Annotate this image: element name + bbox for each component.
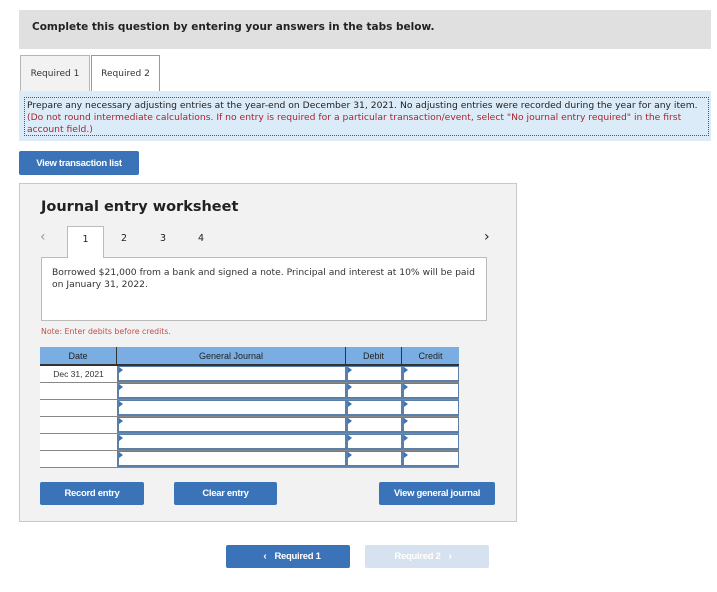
row-date xyxy=(40,434,117,450)
clear-entry-button[interactable]: Clear entry xyxy=(174,482,277,505)
entry-tab-3[interactable]: 3 xyxy=(156,226,170,258)
entry-tab-4[interactable]: 4 xyxy=(194,226,208,258)
row-date xyxy=(40,417,117,433)
question-instruction: Complete this question by entering your … xyxy=(32,21,435,33)
instructions-panel: Prepare any necessary adjusting entries … xyxy=(19,91,711,141)
column-header-credit: Credit xyxy=(418,350,443,361)
journal-entry-worksheet: Journal entry worksheet ‹ 1 2 3 4 › Borr… xyxy=(19,183,517,522)
row-date xyxy=(40,400,117,416)
credit-input[interactable] xyxy=(402,383,459,399)
row-date: Dec 31, 2021 xyxy=(40,366,117,382)
prev-button-label: Required 1 xyxy=(274,551,321,562)
next-button-label: Required 2 xyxy=(394,551,441,562)
column-header-general-journal: General Journal xyxy=(117,347,346,364)
entry-tab-2[interactable]: 2 xyxy=(117,226,131,258)
next-required-2-button[interactable]: Required 2 › xyxy=(365,545,489,568)
debit-input[interactable] xyxy=(346,434,402,450)
account-input[interactable] xyxy=(117,417,346,433)
debit-input[interactable] xyxy=(346,383,402,399)
table-row xyxy=(40,400,459,417)
account-input[interactable] xyxy=(117,400,346,416)
debit-input[interactable] xyxy=(346,366,402,382)
account-input[interactable] xyxy=(117,451,346,467)
column-header-debit: Debit xyxy=(346,347,402,364)
instructions-note: (Do not round intermediate calculations.… xyxy=(27,112,682,135)
view-general-journal-button[interactable]: View general journal xyxy=(379,482,495,505)
chevron-left-icon[interactable]: ‹ xyxy=(40,229,46,245)
instructions-main: Prepare any necessary adjusting entries … xyxy=(27,100,698,111)
column-header-date: Date xyxy=(40,347,117,364)
table-row xyxy=(40,417,459,434)
tab-required-1[interactable]: Required 1 xyxy=(20,55,90,91)
debit-credit-note: Note: Enter debits before credits. xyxy=(41,327,171,336)
transaction-description: Borrowed $21,000 from a bank and signed … xyxy=(41,257,487,321)
table-row xyxy=(40,383,459,400)
chevron-right-icon[interactable]: › xyxy=(484,229,490,245)
question-header: Complete this question by entering your … xyxy=(19,10,711,49)
credit-input[interactable] xyxy=(402,417,459,433)
debit-input[interactable] xyxy=(346,400,402,416)
tab-required-2[interactable]: Required 2 xyxy=(91,55,160,91)
account-input[interactable] xyxy=(117,434,346,450)
debit-input[interactable] xyxy=(346,417,402,433)
account-input[interactable] xyxy=(117,383,346,399)
worksheet-title: Journal entry worksheet xyxy=(41,199,239,215)
row-date xyxy=(40,451,117,467)
journal-header-row: Date General Journal Debit Credit xyxy=(40,347,459,366)
debit-input[interactable] xyxy=(346,451,402,467)
table-row xyxy=(40,451,459,468)
row-date xyxy=(40,383,117,399)
credit-input[interactable] xyxy=(402,434,459,450)
table-row: Dec 31, 2021 xyxy=(40,366,459,383)
view-transaction-list-button[interactable]: View transaction list xyxy=(19,151,139,175)
record-entry-button[interactable]: Record entry xyxy=(40,482,144,505)
credit-input[interactable] xyxy=(402,451,459,467)
journal-table: Date General Journal Debit Credit Dec 31… xyxy=(40,347,459,468)
chevron-right-icon: › xyxy=(448,551,452,562)
account-input[interactable] xyxy=(117,366,346,382)
credit-input[interactable] xyxy=(402,366,459,382)
entry-tab-1[interactable]: 1 xyxy=(67,226,104,258)
prev-required-1-button[interactable]: ‹ Required 1 xyxy=(226,545,350,568)
table-row xyxy=(40,434,459,451)
credit-input[interactable] xyxy=(402,400,459,416)
chevron-left-icon: ‹ xyxy=(263,551,267,562)
